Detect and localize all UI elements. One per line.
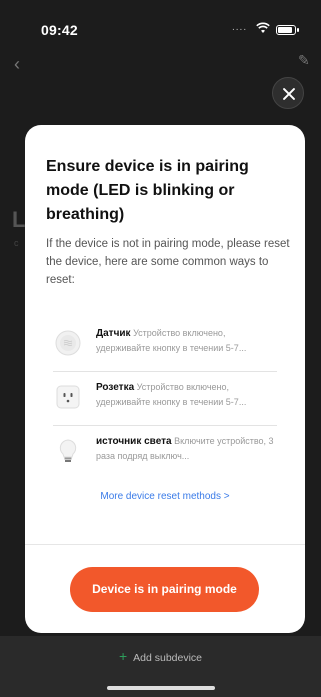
socket-icon [56, 385, 80, 409]
confirm-pairing-button[interactable]: Device is in pairing mode [70, 567, 259, 612]
device-item-socket[interactable]: Розетка Устройство включено, удерживайте… [53, 372, 277, 426]
modal-title: Ensure device is in pairing mode (LED is… [46, 158, 249, 223]
status-bar: 09:42 .... [0, 0, 321, 44]
device-item-light[interactable]: источник света Включите устройство, 3 ра… [53, 426, 277, 479]
sensor-icon [55, 330, 81, 356]
device-name: Розетка [96, 382, 135, 393]
back-icon[interactable]: ‹ [14, 54, 20, 75]
more-reset-methods-link[interactable]: More device reset methods > [25, 491, 305, 502]
modal-description: If the device is not in pairing mode, pl… [46, 238, 290, 286]
add-subdevice-button[interactable]: + Add subdevice [0, 648, 321, 664]
wifi-icon [256, 22, 270, 33]
close-button[interactable] [272, 77, 304, 109]
edit-icon[interactable]: ✎ [298, 52, 310, 69]
background-subtitle-fragment: c [14, 238, 19, 248]
device-list: Датчик Устройство включено, удерживайте … [53, 318, 277, 479]
signal-icon: .... [232, 22, 248, 33]
device-item-sensor[interactable]: Датчик Устройство включено, удерживайте … [53, 318, 277, 372]
add-subdevice-label: Add subdevice [133, 652, 203, 664]
battery-icon [276, 25, 296, 35]
pairing-modal: Ensure device is in pairing mode (LED is… [25, 125, 305, 633]
battery-tip [297, 28, 299, 32]
divider [25, 544, 305, 545]
device-name: источник света [96, 436, 172, 447]
bulb-icon [59, 439, 77, 462]
status-time: 09:42 [41, 22, 78, 38]
background-title-fragment: L [12, 207, 26, 232]
phone-screen: 09:42 .... ‹ ✎ L c Ensure device is in p… [0, 0, 321, 697]
device-name: Датчик [96, 328, 131, 339]
plus-icon: + [118, 648, 128, 664]
home-indicator[interactable] [107, 686, 215, 690]
